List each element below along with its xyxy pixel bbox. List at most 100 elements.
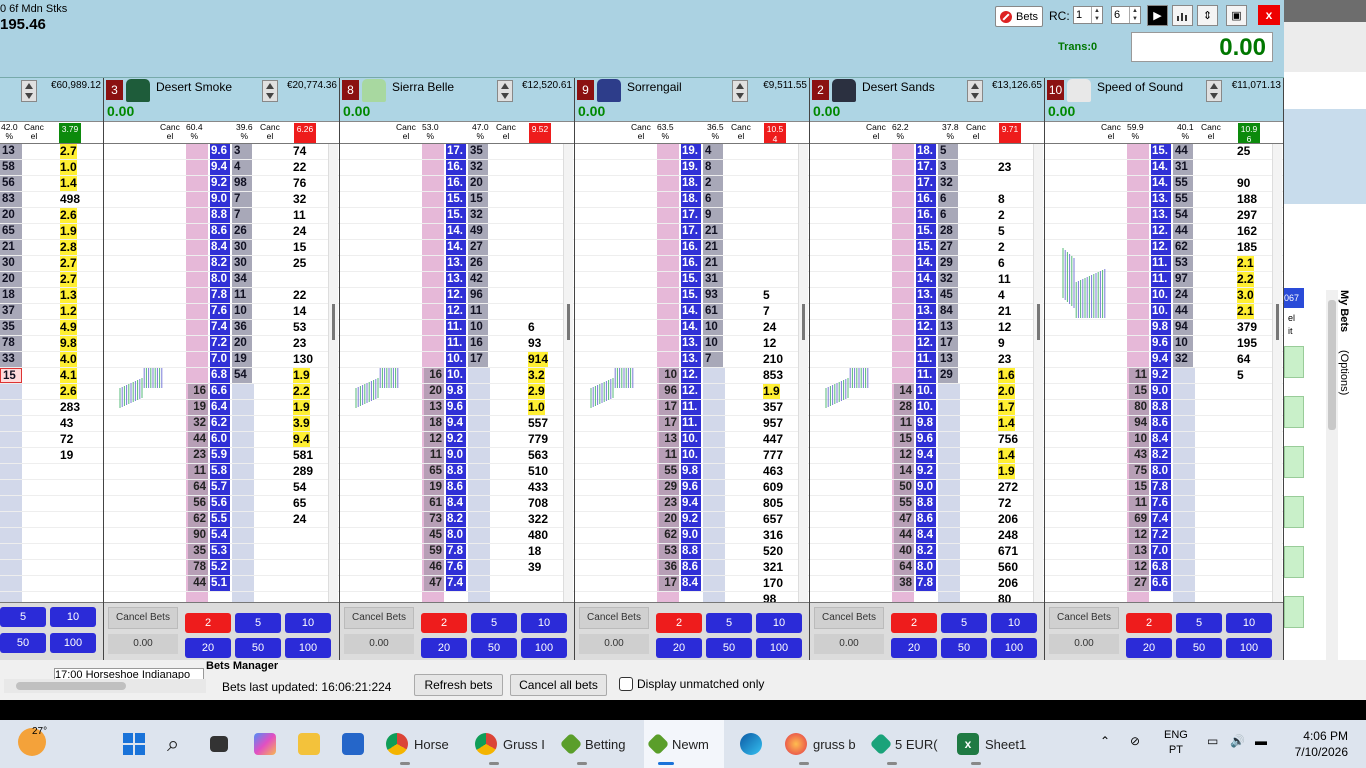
lay-volume[interactable]: 47 — [424, 576, 444, 591]
price-cell[interactable]: 9.2 — [1151, 368, 1171, 383]
lay-volume[interactable]: 28 — [894, 400, 914, 415]
back-volume[interactable]: 61 — [703, 304, 723, 319]
lay-volume[interactable]: 17 — [659, 400, 679, 415]
lay-volume[interactable]: 62 — [659, 528, 679, 543]
lay-volume[interactable]: 40 — [894, 544, 914, 559]
price-cell[interactable]: 9.4 — [916, 448, 936, 463]
back-volume[interactable]: 27 — [468, 240, 488, 255]
stake-button[interactable]: 10 — [50, 607, 96, 627]
rc-spinner-1[interactable]: 1 ▲ ▼ — [1073, 6, 1103, 24]
language-indicator[interactable]: ENG PT — [1164, 728, 1188, 758]
back-volume[interactable]: 10 — [703, 320, 723, 335]
vertical-arrows-icon[interactable]: ⇕ — [1197, 5, 1218, 26]
price-cell[interactable]: 18. — [681, 192, 701, 207]
price-cell[interactable]: 6.6 — [1151, 576, 1171, 591]
back-volume[interactable]: 34 — [232, 272, 252, 287]
back-volume[interactable]: 24 — [1173, 288, 1193, 303]
price-cell[interactable]: 8.6 — [916, 512, 936, 527]
price-cell[interactable]: 12. — [1151, 240, 1171, 255]
price-cell[interactable]: 8.2 — [916, 544, 936, 559]
lay-volume[interactable]: 11 — [424, 448, 444, 463]
price-cell[interactable]: 13. — [681, 352, 701, 367]
price-cell[interactable]: 11. — [1151, 256, 1171, 271]
price-cell[interactable]: 8.8 — [210, 208, 230, 223]
back-volume[interactable]: 10 — [468, 320, 488, 335]
lay-volume[interactable]: 73 — [424, 512, 444, 527]
stake-button[interactable]: 50 — [471, 638, 517, 658]
lay-volume[interactable]: 17 — [659, 416, 679, 431]
price-cell[interactable]: 12. — [446, 304, 466, 319]
price-cell[interactable]: 9.6 — [681, 480, 701, 495]
price-cell[interactable]: 14. — [446, 224, 466, 239]
stake-button-red[interactable]: 2 — [185, 613, 231, 633]
price-cell[interactable]: 17. — [446, 144, 466, 159]
display-icon[interactable]: ▭ — [1207, 734, 1218, 748]
price-cell[interactable]: 7.0 — [210, 352, 230, 367]
back-volume[interactable]: 32 — [938, 176, 958, 191]
back-volume[interactable]: 29 — [938, 256, 958, 271]
stake-button[interactable]: 100 — [1226, 638, 1272, 658]
back-volume[interactable]: 20 — [232, 336, 252, 351]
cancel-all-bets-button[interactable]: Cancel all bets — [510, 674, 607, 696]
back-volume[interactable]: 17 — [468, 352, 488, 367]
lay-volume[interactable]: 12 — [1129, 560, 1149, 575]
lay-volume[interactable]: 30 — [0, 256, 22, 271]
lay-volume[interactable]: 13 — [1129, 544, 1149, 559]
back-volume[interactable]: 6 — [938, 192, 958, 207]
price-cell[interactable]: 12. — [681, 368, 701, 383]
back-volume[interactable]: 4 — [232, 160, 252, 175]
price-cell[interactable]: 19. — [681, 144, 701, 159]
stake-button[interactable]: 100 — [756, 638, 802, 658]
back-volume[interactable]: 30 — [232, 240, 252, 255]
lay-volume[interactable]: 35 — [0, 320, 22, 335]
price-cell[interactable]: 18. — [681, 176, 701, 191]
price-cell[interactable]: 7.2 — [1151, 528, 1171, 543]
price-cell[interactable]: 8.0 — [1151, 464, 1171, 479]
stake-button[interactable]: 10 — [285, 613, 331, 633]
lay-volume[interactable]: 19 — [424, 480, 444, 495]
lay-volume[interactable]: 53 — [659, 544, 679, 559]
price-cell[interactable]: 14. — [1151, 160, 1171, 175]
price-cell[interactable]: 9.4 — [681, 496, 701, 511]
back-volume[interactable]: 9 — [703, 208, 723, 223]
price-cell[interactable]: 14. — [681, 304, 701, 319]
stake-button[interactable]: 20 — [891, 638, 937, 658]
search-icon[interactable]: ⌕ — [167, 720, 179, 768]
back-volume[interactable]: 35 — [468, 144, 488, 159]
lay-volume[interactable]: 15 — [1129, 480, 1149, 495]
price-cell[interactable]: 15. — [681, 272, 701, 287]
lay-volume[interactable]: 44 — [188, 432, 208, 447]
back-volume[interactable]: 36 — [232, 320, 252, 335]
back-volume[interactable]: 20 — [468, 176, 488, 191]
taskbar-euro-app[interactable]: 5 EUR( — [869, 720, 938, 768]
back-volume[interactable]: 42 — [468, 272, 488, 287]
lay-volume[interactable]: 12 — [894, 448, 914, 463]
price-cell[interactable]: 9.2 — [210, 176, 230, 191]
taskbar-betting-app[interactable]: Betting — [559, 720, 625, 768]
price-cell[interactable]: 9.0 — [1151, 384, 1171, 399]
price-cell[interactable]: 12. — [1151, 224, 1171, 239]
price-cell[interactable]: 8.6 — [681, 560, 701, 575]
lay-volume[interactable]: 96 — [659, 384, 679, 399]
price-cell[interactable]: 7.8 — [446, 544, 466, 559]
lay-volume[interactable]: 55 — [894, 496, 914, 511]
price-cell[interactable]: 17. — [916, 176, 936, 191]
cancel-bets-button[interactable]: Cancel Bets — [814, 607, 884, 629]
stake-button[interactable]: 20 — [656, 638, 702, 658]
stake-button[interactable]: 10 — [756, 613, 802, 633]
price-cell[interactable]: 5.1 — [210, 576, 230, 591]
back-volume[interactable]: 15 — [468, 192, 488, 207]
lay-volume[interactable]: 32 — [188, 416, 208, 431]
lay-volume[interactable]: 37 — [0, 304, 22, 319]
back-volume[interactable]: 98 — [232, 176, 252, 191]
price-cell[interactable]: 9.2 — [446, 432, 466, 447]
back-volume[interactable]: 53 — [1173, 256, 1193, 271]
price-cell[interactable]: 13. — [681, 336, 701, 351]
taskbar-chrome-gruss[interactable]: Gruss I — [475, 720, 545, 768]
price-cell[interactable]: 8.4 — [210, 240, 230, 255]
price-cell[interactable]: 10. — [446, 368, 466, 383]
back-volume[interactable]: 93 — [703, 288, 723, 303]
price-cell[interactable]: 13. — [916, 304, 936, 319]
price-cell[interactable]: 6.4 — [210, 400, 230, 415]
lay-volume[interactable]: 20 — [0, 272, 22, 287]
